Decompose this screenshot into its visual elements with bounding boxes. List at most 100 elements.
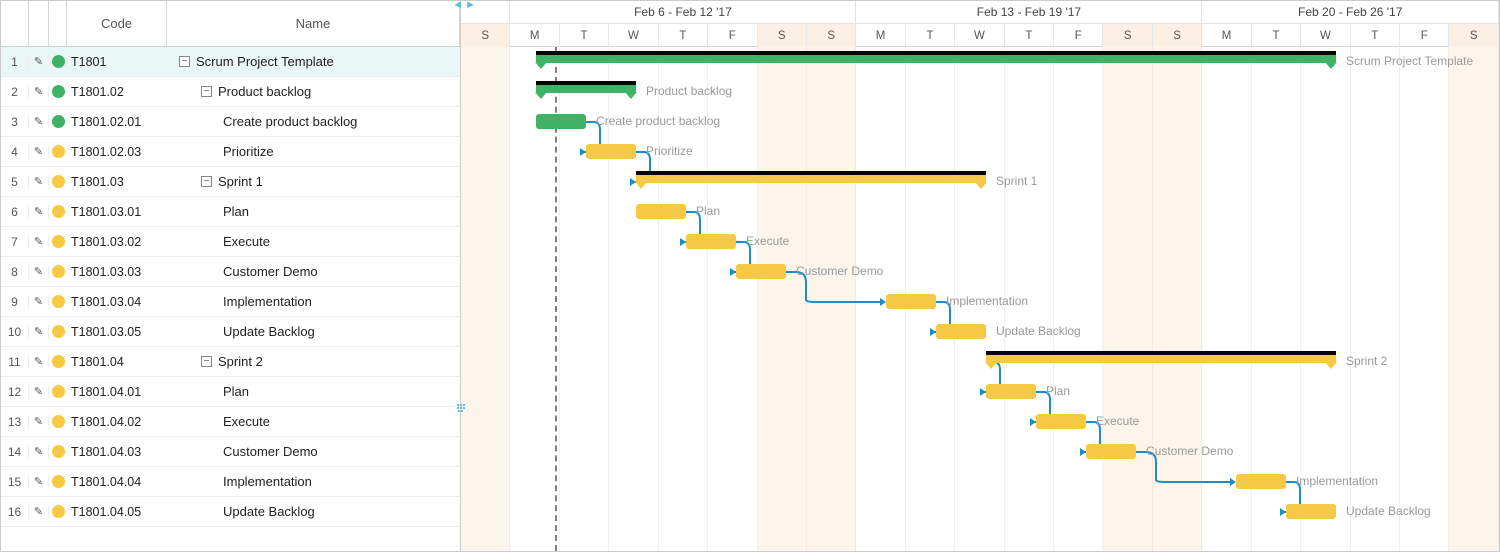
expand-toggle-icon[interactable]: −: [201, 356, 212, 367]
task-code[interactable]: T1801.04.04: [67, 475, 167, 489]
summary-bar[interactable]: [986, 355, 1336, 363]
day-cell[interactable]: S: [1103, 24, 1152, 47]
expand-toggle-icon[interactable]: −: [201, 176, 212, 187]
task-code[interactable]: T1801.03.02: [67, 235, 167, 249]
task-row[interactable]: 14✎T1801.04.03Customer Demo: [1, 437, 460, 467]
task-name-cell[interactable]: Customer Demo: [167, 444, 460, 459]
expand-toggle-icon[interactable]: −: [201, 86, 212, 97]
task-name-cell[interactable]: Plan: [167, 384, 460, 399]
task-name-cell[interactable]: Create product backlog: [167, 114, 460, 129]
task-bar[interactable]: [986, 384, 1036, 399]
summary-bar[interactable]: [636, 175, 986, 183]
task-code[interactable]: T1801.04: [67, 355, 167, 369]
column-edit-header[interactable]: [29, 1, 49, 46]
task-name-cell[interactable]: Customer Demo: [167, 264, 460, 279]
day-cell[interactable]: F: [708, 24, 757, 47]
day-cell[interactable]: W: [955, 24, 1004, 47]
task-code[interactable]: T1801.03.01: [67, 205, 167, 219]
task-row[interactable]: 1✎T1801−Scrum Project Template: [1, 47, 460, 77]
task-bar[interactable]: [536, 114, 586, 129]
day-cell[interactable]: M: [856, 24, 905, 47]
day-cell[interactable]: F: [1400, 24, 1449, 47]
task-bar[interactable]: [886, 294, 936, 309]
day-cell[interactable]: W: [609, 24, 658, 47]
task-code[interactable]: T1801.03.03: [67, 265, 167, 279]
task-name-cell[interactable]: Execute: [167, 234, 460, 249]
task-row[interactable]: 8✎T1801.03.03Customer Demo: [1, 257, 460, 287]
edit-icon[interactable]: ✎: [29, 55, 49, 68]
day-cell[interactable]: T: [560, 24, 609, 47]
edit-icon[interactable]: ✎: [29, 355, 49, 368]
task-code[interactable]: T1801.03: [67, 175, 167, 189]
gantt-row[interactable]: Implementation: [461, 287, 1499, 317]
edit-icon[interactable]: ✎: [29, 475, 49, 488]
day-cell[interactable]: T: [1252, 24, 1301, 47]
week-cell[interactable]: Feb 20 - Feb 26 '17: [1202, 1, 1499, 23]
edit-icon[interactable]: ✎: [29, 265, 49, 278]
edit-icon[interactable]: ✎: [29, 385, 49, 398]
task-name-cell[interactable]: −Product backlog: [167, 84, 460, 99]
week-cell[interactable]: Feb 6 - Feb 12 '17: [510, 1, 856, 23]
task-bar[interactable]: [1036, 414, 1086, 429]
task-bar[interactable]: [1086, 444, 1136, 459]
task-row[interactable]: 5✎T1801.03−Sprint 1: [1, 167, 460, 197]
task-bar[interactable]: [1286, 504, 1336, 519]
day-cell[interactable]: S: [807, 24, 856, 47]
task-name-cell[interactable]: Update Backlog: [167, 504, 460, 519]
edit-icon[interactable]: ✎: [29, 415, 49, 428]
gantt-row[interactable]: Scrum Project Template: [461, 47, 1499, 77]
day-cell[interactable]: T: [659, 24, 708, 47]
week-cell[interactable]: Feb 13 - Feb 19 '17: [856, 1, 1202, 23]
task-code[interactable]: T1801: [67, 55, 167, 69]
task-code[interactable]: T1801.02.01: [67, 115, 167, 129]
gantt-row[interactable]: Plan: [461, 197, 1499, 227]
task-bar[interactable]: [586, 144, 636, 159]
column-status-header[interactable]: [49, 1, 67, 46]
column-code-header[interactable]: Code: [67, 1, 167, 46]
edit-icon[interactable]: ✎: [29, 325, 49, 338]
expand-right-icon[interactable]: ►: [465, 0, 476, 11]
task-code[interactable]: T1801.02: [67, 85, 167, 99]
task-row[interactable]: 2✎T1801.02−Product backlog: [1, 77, 460, 107]
day-cell[interactable]: T: [1005, 24, 1054, 47]
task-row[interactable]: 9✎T1801.03.04Implementation: [1, 287, 460, 317]
task-name-cell[interactable]: −Sprint 1: [167, 174, 460, 189]
task-bar[interactable]: [736, 264, 786, 279]
gantt-row[interactable]: Product backlog: [461, 77, 1499, 107]
day-cell[interactable]: S: [461, 24, 510, 47]
task-code[interactable]: T1801.03.05: [67, 325, 167, 339]
gantt-row[interactable]: Plan: [461, 377, 1499, 407]
task-code[interactable]: T1801.04.01: [67, 385, 167, 399]
day-cell[interactable]: T: [906, 24, 955, 47]
expand-toggle-icon[interactable]: −: [179, 56, 190, 67]
edit-icon[interactable]: ✎: [29, 235, 49, 248]
task-code[interactable]: T1801.04.03: [67, 445, 167, 459]
edit-icon[interactable]: ✎: [29, 205, 49, 218]
task-row[interactable]: 16✎T1801.04.05Update Backlog: [1, 497, 460, 527]
column-name-header[interactable]: Name: [167, 1, 460, 46]
splitter-grip[interactable]: [456, 396, 465, 420]
gantt-row[interactable]: Update Backlog: [461, 497, 1499, 527]
gantt-row[interactable]: Create product backlog: [461, 107, 1499, 137]
day-cell[interactable]: W: [1301, 24, 1350, 47]
day-cell[interactable]: S: [758, 24, 807, 47]
gantt-row[interactable]: Execute: [461, 407, 1499, 437]
task-name-cell[interactable]: −Sprint 2: [167, 354, 460, 369]
task-name-cell[interactable]: Prioritize: [167, 144, 460, 159]
task-row[interactable]: 3✎T1801.02.01Create product backlog: [1, 107, 460, 137]
task-bar[interactable]: [936, 324, 986, 339]
edit-icon[interactable]: ✎: [29, 85, 49, 98]
task-bar[interactable]: [686, 234, 736, 249]
edit-icon[interactable]: ✎: [29, 445, 49, 458]
edit-icon[interactable]: ✎: [29, 145, 49, 158]
gantt-row[interactable]: Update Backlog: [461, 317, 1499, 347]
edit-icon[interactable]: ✎: [29, 505, 49, 518]
splitter-handle[interactable]: ◄ ►: [452, 0, 476, 11]
task-row[interactable]: 11✎T1801.04−Sprint 2: [1, 347, 460, 377]
day-cell[interactable]: M: [510, 24, 559, 47]
task-bar[interactable]: [636, 204, 686, 219]
task-name-cell[interactable]: −Scrum Project Template: [167, 54, 460, 69]
column-number-header[interactable]: [1, 1, 29, 46]
task-bar[interactable]: [1236, 474, 1286, 489]
task-name-cell[interactable]: Implementation: [167, 474, 460, 489]
